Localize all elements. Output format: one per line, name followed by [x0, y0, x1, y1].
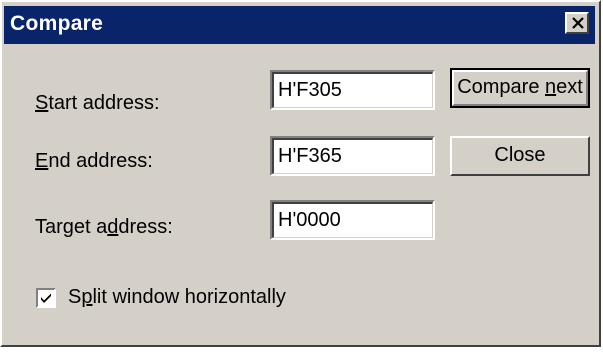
split-window-checkbox[interactable] — [36, 288, 56, 308]
close-button[interactable]: Close — [450, 136, 590, 176]
title-bar[interactable]: Compare — [4, 6, 595, 44]
start-address-label: Start address: — [35, 92, 160, 114]
compare-next-button[interactable]: Compare next — [450, 68, 590, 108]
window-title: Compare — [10, 12, 104, 35]
close-icon — [572, 17, 584, 29]
compare-dialog: Compare Start address: End address: Targ… — [0, 0, 601, 347]
target-address-input[interactable] — [272, 202, 433, 238]
target-address-label: Target address: — [35, 216, 173, 238]
checkmark-icon — [41, 293, 51, 303]
end-address-field[interactable] — [270, 136, 435, 176]
end-address-label: End address: — [35, 150, 153, 172]
start-address-input[interactable] — [272, 72, 433, 108]
split-window-label[interactable]: Split window horizontally — [68, 286, 286, 309]
close-window-button[interactable] — [565, 12, 589, 34]
target-address-field[interactable] — [270, 200, 435, 240]
end-address-input[interactable] — [272, 138, 433, 174]
start-address-field[interactable] — [270, 70, 435, 110]
